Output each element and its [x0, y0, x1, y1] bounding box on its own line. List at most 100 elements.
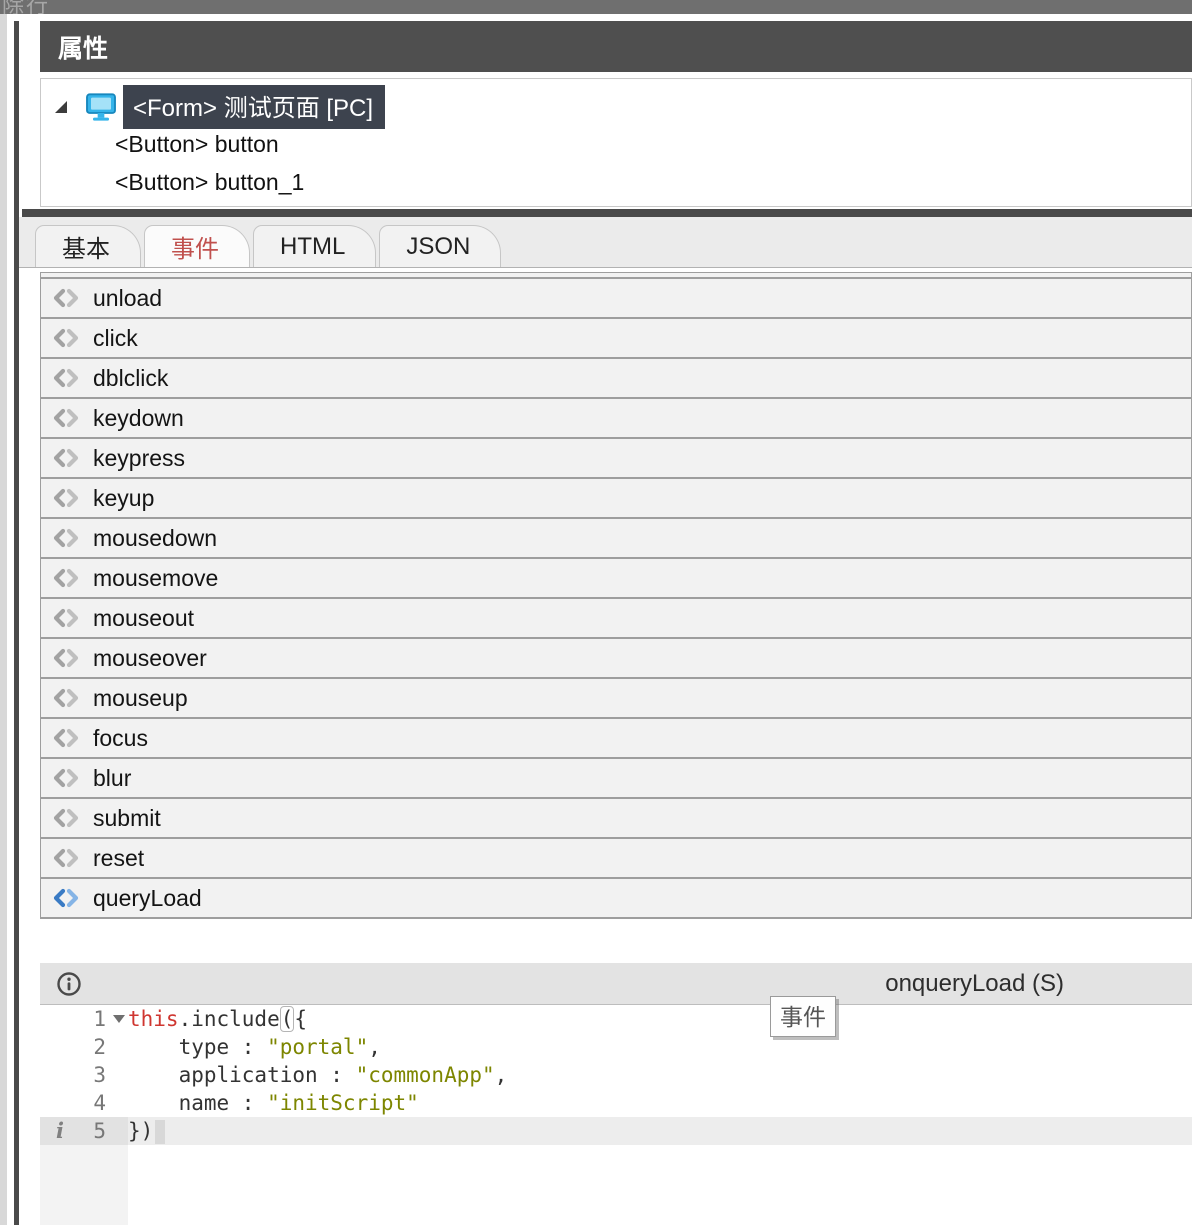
- code-line[interactable]: 3 application : "commonApp",: [40, 1061, 1192, 1089]
- code-token-plain: type :: [128, 1035, 267, 1059]
- code-tag-icon: [51, 366, 81, 390]
- code-line[interactable]: 1this.include({: [40, 1005, 1192, 1033]
- line-number-gutter: i5: [40, 1117, 128, 1145]
- top-toolbar-clipped-text: 除行: [2, 0, 50, 14]
- event-name: mousemove: [93, 565, 218, 592]
- tree-selected-node-label[interactable]: <Form> 测试页面 [PC]: [123, 85, 385, 129]
- event-row[interactable]: submit: [41, 799, 1191, 839]
- code-line[interactable]: 4 name : "initScript": [40, 1089, 1192, 1117]
- code-line[interactable]: 2 type : "portal",: [40, 1033, 1192, 1061]
- event-name: queryLoad: [93, 885, 202, 912]
- code-tag-icon: [51, 406, 81, 430]
- tree-row-child[interactable]: <Button> button: [41, 125, 1191, 163]
- event-name: dblclick: [93, 365, 168, 392]
- code-tag-icon: [51, 326, 81, 350]
- event-list-rows: unload click dblclick keydown keypress keyup m…: [41, 279, 1191, 919]
- code-tag-icon: [51, 566, 81, 590]
- event-row[interactable]: queryLoad: [41, 879, 1191, 919]
- event-name: focus: [93, 725, 148, 752]
- code-tag-icon: [51, 686, 81, 710]
- event-row[interactable]: unload: [41, 279, 1191, 319]
- code-tag-icon: [51, 526, 81, 550]
- code-text: }): [128, 1117, 165, 1145]
- line-number: 4: [93, 1091, 106, 1115]
- event-row[interactable]: reset: [41, 839, 1191, 879]
- event-row[interactable]: dblclick: [41, 359, 1191, 399]
- tab-html[interactable]: HTML: [253, 225, 376, 267]
- event-row[interactable]: blur: [41, 759, 1191, 799]
- line-number: 2: [93, 1035, 106, 1059]
- info-icon[interactable]: [56, 971, 82, 997]
- event-row[interactable]: keydown: [41, 399, 1191, 439]
- tab-json[interactable]: JSON: [379, 225, 501, 267]
- event-tooltip: 事件: [770, 996, 836, 1037]
- line-number-gutter: 2: [40, 1033, 128, 1061]
- tab-事件[interactable]: 事件: [144, 225, 250, 267]
- tree-child-label: <Button> button_1: [115, 169, 304, 196]
- code-tag-icon: [51, 286, 81, 310]
- panel-splitter[interactable]: [14, 21, 19, 1225]
- tree-row-form[interactable]: <Form> 测试页面 [PC]: [41, 89, 1191, 125]
- event-row[interactable]: keypress: [41, 439, 1191, 479]
- event-row[interactable]: mousedown: [41, 519, 1191, 559]
- left-gutter-column: [0, 14, 7, 1225]
- event-name: reset: [93, 845, 144, 872]
- text-cursor: [155, 1120, 165, 1144]
- code-tag-icon: [51, 846, 81, 870]
- line-number-gutter: 4: [40, 1089, 128, 1117]
- tree-children: <Button> button <Button> button_1: [41, 125, 1191, 201]
- top-toolbar-strip: 除行: [0, 0, 1192, 14]
- code-gutter-filler: [40, 1145, 128, 1225]
- gutter-info-icon: i: [56, 1117, 64, 1145]
- code-token-plain: ,: [495, 1063, 508, 1087]
- code-text: name : "initScript": [128, 1089, 419, 1117]
- event-name: unload: [93, 285, 162, 312]
- event-name: keyup: [93, 485, 154, 512]
- tab-基本[interactable]: 基本: [35, 225, 141, 267]
- section-divider: [22, 209, 1192, 217]
- event-name: keydown: [93, 405, 184, 432]
- code-editor[interactable]: 1this.include({2 type : "portal",3 appli…: [40, 1005, 1192, 1225]
- event-row[interactable]: click: [41, 319, 1191, 359]
- code-tag-icon: [51, 446, 81, 470]
- code-tag-icon: [51, 886, 81, 910]
- tree-expand-icon[interactable]: [53, 99, 69, 115]
- handler-title: onqueryLoad (S): [885, 970, 1064, 998]
- event-row[interactable]: mouseover: [41, 639, 1191, 679]
- event-name: keypress: [93, 445, 185, 472]
- tree-row-child[interactable]: <Button> button_1: [41, 163, 1191, 201]
- properties-panel-header: 属性: [40, 21, 1192, 72]
- event-name: mouseup: [93, 685, 188, 712]
- event-row[interactable]: mouseout: [41, 599, 1191, 639]
- event-name: mouseover: [93, 645, 207, 672]
- event-list: unload click dblclick keydown keypress keyup m…: [40, 272, 1192, 919]
- code-tag-icon: [51, 486, 81, 510]
- tree-child-label: <Button> button: [115, 131, 279, 158]
- code-tag-icon: [51, 806, 81, 830]
- code-text: application : "commonApp",: [128, 1061, 507, 1089]
- event-editor-header: onqueryLoad (S): [40, 963, 1192, 1005]
- line-number: 3: [93, 1063, 106, 1087]
- code-tag-icon: [51, 646, 81, 670]
- code-tag-icon: [51, 726, 81, 750]
- code-text: type : "portal",: [128, 1033, 381, 1061]
- code-tag-icon: [51, 606, 81, 630]
- event-name: click: [93, 325, 138, 352]
- fold-arrow-icon[interactable]: [113, 1015, 125, 1023]
- code-token-keyword: this: [128, 1007, 179, 1031]
- properties-panel-title: 属性: [58, 29, 108, 65]
- event-row[interactable]: keyup: [41, 479, 1191, 519]
- line-number: 1: [93, 1007, 106, 1031]
- event-row[interactable]: focus: [41, 719, 1191, 759]
- code-line[interactable]: i5}): [40, 1117, 1192, 1145]
- code-token-paren: (: [280, 1006, 295, 1032]
- event-name: submit: [93, 805, 161, 832]
- event-row[interactable]: mousemove: [41, 559, 1191, 599]
- component-tree: <Form> 测试页面 [PC] <Button> button<Button>…: [40, 78, 1192, 207]
- code-token-string: "commonApp": [356, 1063, 495, 1087]
- code-token-plain: }): [128, 1119, 153, 1143]
- event-row[interactable]: mouseup: [41, 679, 1191, 719]
- code-lines: 1this.include({2 type : "portal",3 appli…: [40, 1005, 1192, 1145]
- code-token-plain: name :: [128, 1091, 267, 1115]
- property-tabs: 基本事件HTMLJSON: [19, 217, 1192, 268]
